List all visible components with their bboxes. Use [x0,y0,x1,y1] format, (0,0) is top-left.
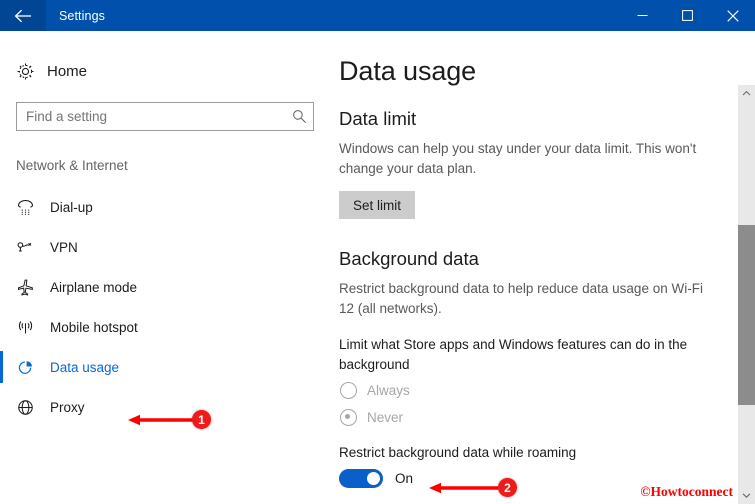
search-box[interactable] [16,102,314,131]
sidebar-item-vpn[interactable]: VPN [0,227,330,267]
maximize-button[interactable] [665,0,710,31]
pie-chart-icon [16,358,44,377]
annotation-badge-2: 2 [498,478,517,497]
radio-always-label: Always [367,383,410,399]
radio-option-always[interactable]: Always [340,380,755,401]
airplane-icon [16,278,44,297]
sidebar-home-label: Home [47,62,88,80]
sidebar-item-label: Dial-up [50,199,93,215]
sidebar-item-mobile-hotspot[interactable]: Mobile hotspot [0,307,330,347]
search-icon[interactable] [285,109,313,124]
sidebar-item-label: VPN [50,239,78,255]
toggle-knob [367,472,380,486]
hotspot-signal-icon [16,318,44,337]
settings-window: Settings Home Find a setting Network & I… [0,0,755,504]
vpn-key-icon [16,238,44,257]
page-title: Data usage [339,56,477,86]
radio-option-never[interactable]: Never [340,407,755,428]
radio-never-control[interactable] [340,409,357,427]
sidebar-item-data-usage[interactable]: Data usage [0,347,330,387]
watermark: ©Howtoconnect [640,484,733,499]
sidebar-item-label: Proxy [50,399,85,415]
window-controls [620,0,755,31]
background-data-heading: Background data [339,248,479,270]
annotation-badge-1: 1 [192,410,211,429]
globe-icon [16,398,44,417]
selection-accent-bar [0,351,3,383]
limit-apps-label: Limit what Store apps and Windows featur… [339,336,688,372]
sidebar-item-label: Mobile hotspot [50,319,138,335]
titlebar: Settings [0,0,755,31]
data-limit-heading: Data limit [339,108,417,129]
gear-icon [16,62,42,81]
close-button[interactable] [710,0,755,31]
annotation-arrow-2 [428,481,500,495]
vertical-scrollbar[interactable] [738,85,755,504]
search-input[interactable] [17,109,285,124]
sidebar-item-label: Data usage [50,359,120,375]
sidebar-item-airplane-mode[interactable]: Airplane mode [0,267,330,307]
data-limit-description: Windows can help you stay under your dat… [339,141,697,176]
scrollbar-thumb[interactable] [738,225,755,405]
main-content: Data usage Data limit Windows can help y… [330,31,755,504]
chevron-up-icon[interactable] [738,85,755,102]
sidebar-item-home[interactable]: Home [0,54,330,88]
minimize-button[interactable] [620,0,665,31]
radio-always-control[interactable] [340,382,357,400]
back-button[interactable] [0,0,46,31]
roaming-toggle[interactable] [339,469,383,489]
dialup-phone-icon [16,198,44,217]
chevron-down-icon[interactable] [738,487,755,504]
sidebar-item-dial-up[interactable]: Dial-up [0,187,330,227]
annotation-arrow-1 [127,413,199,427]
roaming-label: Restrict background data while roaming [339,445,577,461]
set-limit-button[interactable]: Set limit [339,191,416,220]
radio-never-label: Never [367,410,404,426]
sidebar-item-label: Airplane mode [50,279,138,295]
sidebar-nav: Dial-up VPN Airplane mode Mobile hotspot… [0,187,330,427]
background-data-description: Restrict background data to help reduce … [339,281,703,317]
sidebar: Home Network & Internet [0,31,330,504]
sidebar-group-title: Network & Internet [16,158,128,173]
roaming-toggle-state-label: On [395,471,414,487]
window-title: Settings [59,8,105,23]
